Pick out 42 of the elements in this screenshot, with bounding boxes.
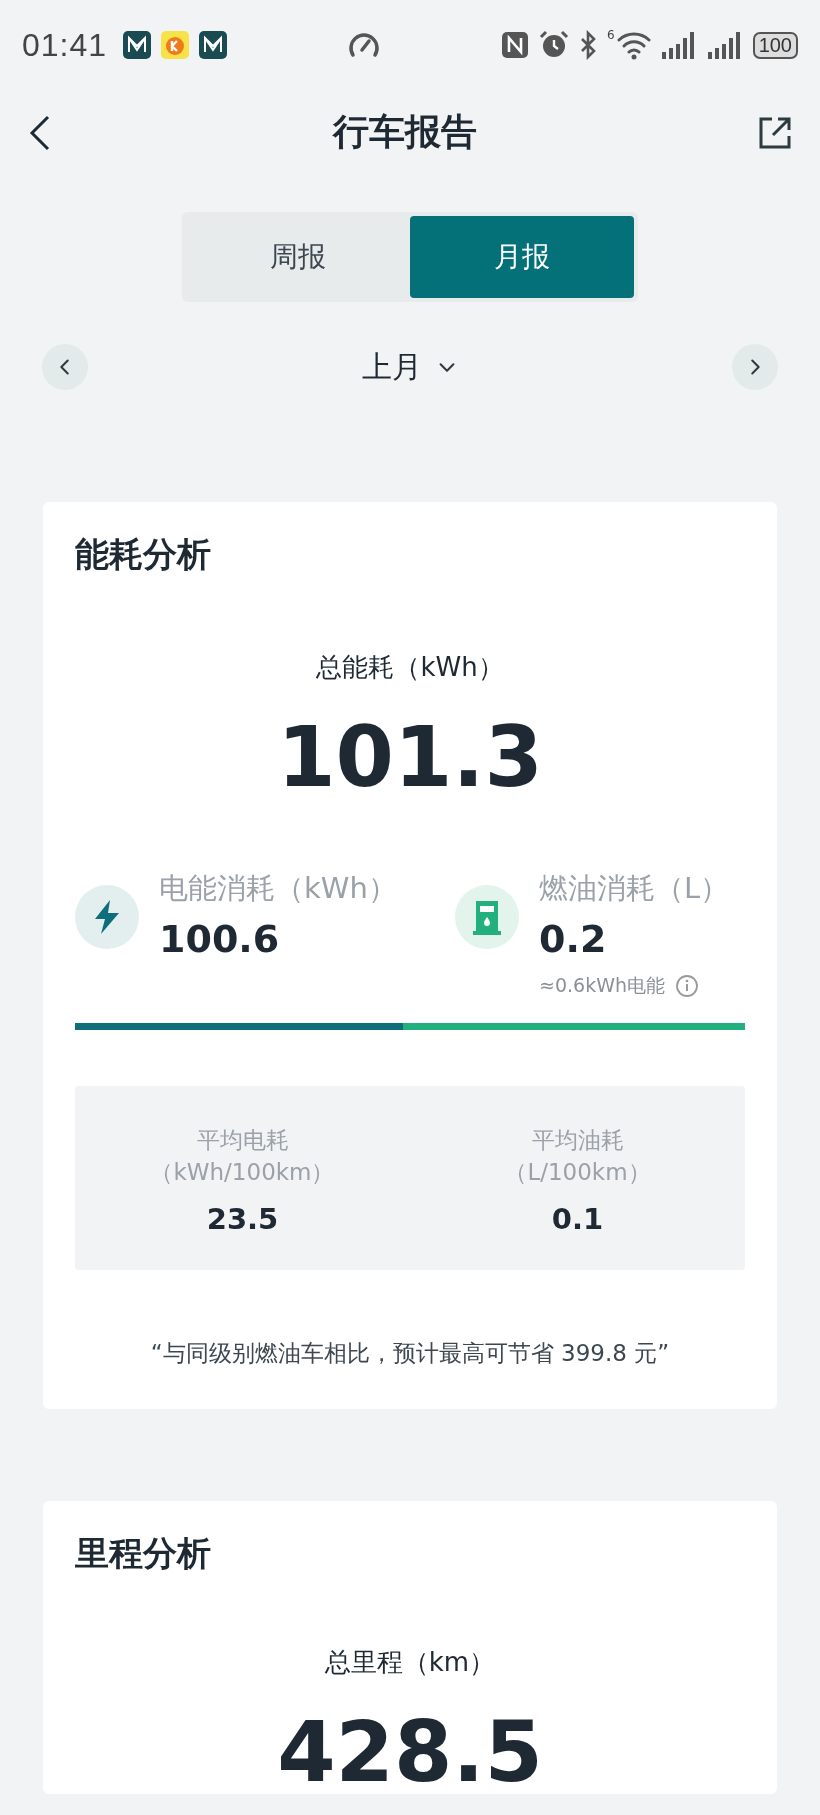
battery-indicator: 100 <box>752 31 798 59</box>
speedometer-icon <box>348 30 381 60</box>
report-tab[interactable]: 周报 <box>186 216 410 298</box>
info-icon[interactable] <box>674 974 699 998</box>
bluetooth-icon <box>579 30 597 60</box>
total-label: 总能耗（kWh） <box>315 651 505 684</box>
app-icon <box>199 31 228 59</box>
share-icon[interactable] <box>758 115 792 150</box>
source-label: 电能消耗（kWh） <box>159 870 397 907</box>
wifi-icon <box>616 30 651 60</box>
source-note: ≈0.6kWh电能 <box>539 973 665 998</box>
fuel-pump-icon <box>472 899 502 935</box>
status-time: 01:41 <box>22 26 108 64</box>
average-value: 23.5 <box>206 1202 279 1237</box>
source-label: 燃油消耗（L） <box>539 870 730 907</box>
total-value: 101.3 <box>276 715 544 799</box>
app-icon <box>123 31 152 59</box>
wifi-generation-label: 6 <box>607 28 615 42</box>
total-label: 总里程（km） <box>323 1646 497 1680</box>
previous-button[interactable] <box>42 344 88 390</box>
savings-note: “与同级别燃油车相比，预计最高可节省 399.8 元” <box>149 1339 671 1369</box>
total-value: 428.5 <box>276 1710 544 1795</box>
card-title: 能耗分析 <box>75 533 212 576</box>
average-label: 平均电耗 <box>196 1126 289 1155</box>
average-label: 平均油耗 <box>531 1126 624 1155</box>
report-tab[interactable]: 月报 <box>410 216 634 298</box>
page-title: 行车报告 <box>333 110 477 154</box>
alarm-icon <box>539 30 569 60</box>
back-icon[interactable] <box>28 114 52 151</box>
period-dropdown[interactable]: 上月 <box>362 346 458 388</box>
source-value: 0.2 <box>539 917 608 961</box>
average-unit: （L/100km） <box>504 1158 651 1188</box>
average-unit: （kWh/100km） <box>150 1158 335 1188</box>
card-title: 里程分析 <box>75 1532 212 1576</box>
signal-icon <box>660 30 697 60</box>
app-icon <box>161 31 190 59</box>
source-value: 100.6 <box>159 917 281 961</box>
next-button[interactable] <box>732 344 778 390</box>
lightning-icon <box>92 900 122 934</box>
signal-icon <box>706 30 743 60</box>
average-value: 0.1 <box>551 1202 604 1237</box>
nfc-icon <box>501 30 529 60</box>
